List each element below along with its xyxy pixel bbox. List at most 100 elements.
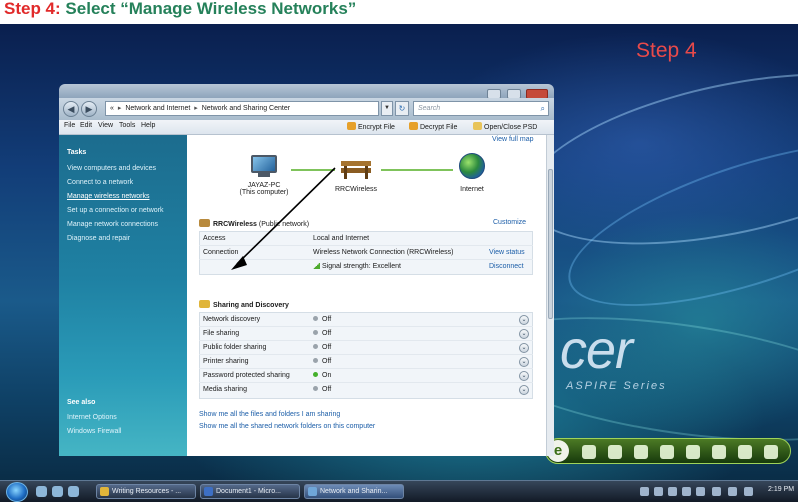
encrypt-file-label: Encrypt File [358, 124, 395, 131]
breadcrumb-sharing-center[interactable]: Network and Sharing Center [202, 105, 290, 112]
network-tray-icon[interactable] [728, 487, 737, 496]
volume-icon[interactable] [634, 445, 648, 459]
speed-icon[interactable] [738, 445, 752, 459]
sharing-title: Sharing and Discovery [213, 302, 289, 309]
title-bar[interactable] [59, 84, 554, 99]
customize-link[interactable]: Customize [493, 219, 526, 226]
show-desktop-icon[interactable] [52, 486, 63, 497]
volume-tray-icon[interactable] [744, 487, 753, 496]
menu-file[interactable]: File [64, 122, 75, 129]
back-button[interactable]: ◀ [63, 101, 79, 117]
see-also-heading: See also [67, 399, 96, 406]
tray-icon[interactable] [640, 487, 649, 496]
table-row: Media sharing Off ⌄ [199, 383, 533, 397]
scrollbar-thumb[interactable] [548, 169, 553, 319]
menu-bar: File Edit View Tools Help Encrypt File D… [59, 120, 554, 135]
expand-chevron-icon[interactable]: ⌄ [519, 385, 529, 395]
address-field[interactable]: « ▸ Network and Internet ▸ Network and S… [105, 101, 379, 116]
connection-line [381, 169, 453, 171]
menu-edit[interactable]: Edit [80, 122, 92, 129]
breadcrumb-separator-icon: ▸ [117, 105, 122, 112]
expand-chevron-icon[interactable]: ⌄ [519, 343, 529, 353]
row-status: Off [313, 330, 331, 337]
network-sharing-window: ◀ ▶ « ▸ Network and Internet ▸ Network a… [59, 84, 554, 456]
expand-chevron-icon[interactable]: ⌄ [519, 329, 529, 339]
tasks-sidebar: Tasks View computers and devices Connect… [59, 135, 187, 456]
sidebar-item-diagnose-repair[interactable]: Diagnose and repair [67, 235, 130, 242]
status-text: Off [322, 386, 332, 393]
clock[interactable]: 2:19 PM [768, 486, 794, 493]
step-label: Step 4: [4, 0, 61, 18]
scrollbar[interactable] [546, 135, 554, 456]
status-text: Off [322, 330, 332, 337]
expand-chevron-icon[interactable]: ⌄ [519, 315, 529, 325]
tray-icon[interactable] [654, 487, 663, 496]
expand-chevron-icon[interactable]: ⌄ [519, 371, 529, 381]
view-full-map-link[interactable]: View full map [492, 136, 534, 143]
forward-button[interactable]: ▶ [81, 101, 97, 117]
tray-icon[interactable] [696, 487, 705, 496]
start-button[interactable] [6, 482, 28, 502]
sidebar-item-setup-connection[interactable]: Set up a connection or network [67, 207, 164, 214]
search-placeholder: Search [418, 105, 441, 112]
menu-view[interactable]: View [98, 122, 113, 129]
lock-icon[interactable] [712, 445, 726, 459]
battery-icon[interactable] [608, 445, 622, 459]
view-status-link[interactable]: View status [489, 249, 525, 256]
search-input[interactable]: Search ⌕ [413, 101, 549, 116]
tasks-heading: Tasks [67, 149, 87, 156]
status-dot-icon [313, 344, 318, 349]
camera-icon[interactable] [660, 445, 674, 459]
slide-title: Step 4: Select “Manage Wireless Networks… [0, 0, 798, 24]
pointer-arrow-icon [231, 167, 336, 270]
sidebar-item-windows-firewall[interactable]: Windows Firewall [67, 428, 121, 435]
display-icon[interactable] [686, 445, 700, 459]
table-row: Printer sharing Off ⌄ [199, 355, 533, 369]
show-shared-folders-link[interactable]: Show me all the shared network folders o… [199, 423, 375, 430]
disconnect-link[interactable]: Disconnect [489, 263, 524, 270]
sidebar-item-connect-network[interactable]: Connect to a network [67, 179, 133, 186]
row-label: Media sharing [203, 386, 247, 393]
step-instruction: Select “Manage Wireless Networks” [65, 0, 357, 18]
decrypt-file-label: Decrypt File [420, 124, 458, 131]
taskbar-button-network-sharing[interactable]: Network and Sharin... [304, 484, 404, 499]
row-status: Off [313, 386, 331, 393]
breadcrumb-root[interactable]: « [110, 105, 114, 112]
status-text: Off [322, 344, 332, 351]
menu-help[interactable]: Help [141, 122, 155, 129]
breadcrumb-separator-icon: ▸ [194, 105, 198, 112]
brand-series: ASPIRE Series [566, 380, 667, 392]
decrypt-file-button[interactable]: Decrypt File [409, 122, 457, 131]
encrypt-file-button[interactable]: Encrypt File [347, 122, 395, 131]
taskbar-label: Writing Resources - ... [112, 488, 182, 495]
breadcrumb-network-internet[interactable]: Network and Internet [125, 105, 190, 112]
ie-icon[interactable] [36, 486, 47, 497]
table-row: Network discovery Off ⌄ [199, 313, 533, 327]
row-status: Off [313, 358, 331, 365]
sidebar-item-internet-options[interactable]: Internet Options [67, 414, 117, 421]
tray-icon[interactable] [682, 487, 691, 496]
brand-logo: cer [560, 320, 633, 380]
sidebar-item-manage-wireless[interactable]: Manage wireless networks [67, 193, 149, 200]
help-icon[interactable] [582, 445, 596, 459]
lock-icon [347, 122, 356, 130]
taskbar-button-writing-resources[interactable]: Writing Resources - ... [96, 484, 196, 499]
switch-windows-icon[interactable] [68, 486, 79, 497]
refresh-icon[interactable]: ↻ [395, 101, 409, 116]
settings-icon[interactable] [764, 445, 778, 459]
menu-tools[interactable]: Tools [119, 122, 135, 129]
internet-label: Internet [460, 186, 484, 193]
sidebar-item-manage-connections[interactable]: Manage network connections [67, 221, 158, 228]
globe-icon[interactable] [459, 153, 485, 179]
search-icon[interactable]: ⌕ [541, 102, 545, 115]
expand-chevron-icon[interactable]: ⌄ [519, 357, 529, 367]
address-bar: ◀ ▶ « ▸ Network and Internet ▸ Network a… [59, 98, 554, 120]
tray-icon[interactable] [668, 487, 677, 496]
taskbar-button-document1[interactable]: Document1 - Micro... [200, 484, 300, 499]
wireless-tray-icon[interactable] [712, 487, 721, 496]
row-status: Off [313, 344, 331, 351]
sidebar-item-view-computers[interactable]: View computers and devices [67, 165, 156, 172]
open-close-psd-button[interactable]: Open/Close PSD [473, 122, 537, 131]
address-dropdown-icon[interactable]: ▼ [381, 101, 393, 116]
show-shared-files-link[interactable]: Show me all the files and folders I am s… [199, 411, 340, 418]
